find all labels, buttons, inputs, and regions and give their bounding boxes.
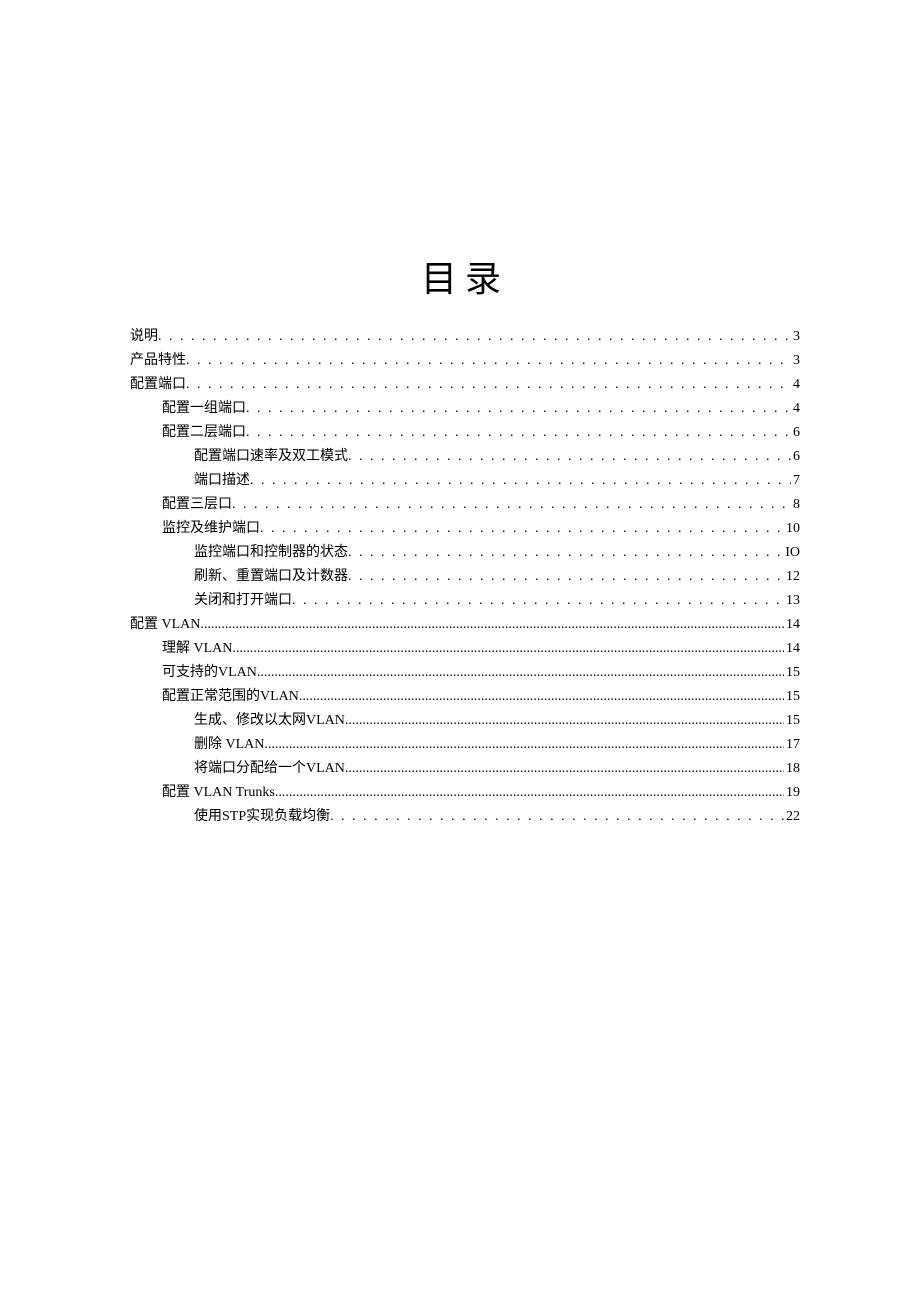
toc-entry-page: 18: [784, 762, 800, 776]
toc-leader-dots: [250, 474, 791, 488]
toc-list: 说明 3 产品特性 3 配置端口 4 配置一组端口 4 配置二层端口 6 配置端口速率及双工模式 6 端…: [130, 330, 800, 824]
toc-leader-dots: [260, 522, 784, 536]
toc-entry-label: 配置端口: [130, 378, 186, 392]
toc-entry-label: 监控端口和控制器的状态: [194, 546, 348, 560]
toc-entry: 配置正常范围的VLAN 15: [130, 690, 800, 704]
toc-entry-page: 3: [791, 354, 800, 368]
toc-entry: 使用STP实现负载均衡 22: [130, 810, 800, 824]
toc-entry: 产品特性 3: [130, 354, 800, 368]
toc-entry-page: 22: [784, 810, 800, 824]
toc-entry-label: 说明: [130, 330, 158, 344]
toc-leader-dots: [257, 666, 784, 680]
toc-entry-page: 3: [791, 330, 800, 344]
toc-entry: 理解 VLAN 14: [130, 642, 800, 656]
toc-entry: 生成、修改以太网VLAN 15: [130, 714, 800, 728]
toc-leader-dots: [345, 714, 784, 728]
toc-entry-page: 15: [784, 666, 800, 680]
toc-entry-label: 可支持的VLAN: [162, 666, 257, 680]
toc-entry: 说明 3: [130, 330, 800, 344]
toc-entry-page: 15: [784, 690, 800, 704]
toc-leader-dots: [292, 594, 784, 608]
toc-entry-page: 10: [784, 522, 800, 536]
toc-leader-dots: [246, 426, 791, 440]
toc-leader-dots: [275, 786, 784, 800]
toc-entry: 配置二层端口 6: [130, 426, 800, 440]
toc-entry: 配置三层口 8: [130, 498, 800, 512]
toc-entry-page: 6: [791, 426, 800, 440]
toc-entry-label: 将端口分配给一个VLAN: [194, 762, 345, 776]
toc-entry-label: 刷新、重置端口及计数器: [194, 570, 348, 584]
toc-entry: 将端口分配给一个VLAN 18: [130, 762, 800, 776]
toc-leader-dots: [348, 546, 783, 560]
toc-entry: 配置 VLAN Trunks 19: [130, 786, 800, 800]
toc-entry-label: 删除 VLAN: [194, 738, 264, 752]
toc-entry-label: 配置正常范围的VLAN: [162, 690, 299, 704]
toc-leader-dots: [158, 330, 791, 344]
toc-entry-page: 4: [791, 378, 800, 392]
toc-entry-label: 关闭和打开端口: [194, 594, 292, 608]
toc-leader-dots: [299, 690, 784, 704]
toc-leader-dots: [330, 810, 784, 824]
toc-leader-dots: [232, 498, 791, 512]
toc-entry-label: 使用STP实现负载均衡: [194, 810, 330, 824]
toc-entry-label: 端口描述: [194, 474, 250, 488]
page-container: 目录 说明3产品特性3配置端口4配置一组端口4配置二层端口6配置端口速率及双工模…: [0, 0, 920, 824]
toc-entry-page: 7: [791, 474, 800, 488]
toc-leader-dots: [348, 570, 784, 584]
toc-entry: 端口描述 7: [130, 474, 800, 488]
toc-entry-page: 6: [791, 450, 800, 464]
toc-entry: 删除 VLAN 17: [130, 738, 800, 752]
toc-entry-label: 配置 VLAN Trunks: [162, 786, 275, 800]
toc-title: 目录: [130, 250, 800, 302]
toc-entry: 监控及维护端口 10: [130, 522, 800, 536]
toc-entry: 配置一组端口 4: [130, 402, 800, 416]
toc-entry-page: 4: [791, 402, 800, 416]
toc-entry-label: 生成、修改以太网VLAN: [194, 714, 345, 728]
toc-entry-page: IO: [783, 546, 800, 560]
toc-entry: 可支持的VLAN 15: [130, 666, 800, 680]
toc-entry-label: 配置端口速率及双工模式: [194, 450, 348, 464]
toc-leader-dots: [345, 762, 784, 776]
toc-entry-label: 配置二层端口: [162, 426, 246, 440]
toc-entry-page: 12: [784, 570, 800, 584]
toc-leader-dots: [246, 402, 791, 416]
toc-leader-dots: [186, 378, 791, 392]
toc-entry-label: 配置一组端口: [162, 402, 246, 416]
toc-entry-label: 配置 VLAN: [130, 618, 200, 632]
toc-leader-dots: [348, 450, 791, 464]
toc-entry-page: 19: [784, 786, 800, 800]
toc-entry-label: 配置三层口: [162, 498, 232, 512]
toc-entry-label: 监控及维护端口: [162, 522, 260, 536]
toc-entry-page: 13: [784, 594, 800, 608]
toc-entry: 配置端口 4: [130, 378, 800, 392]
toc-entry-label: 理解 VLAN: [162, 642, 232, 656]
toc-entry-page: 17: [784, 738, 800, 752]
toc-entry: 配置 VLAN 14: [130, 618, 800, 632]
toc-entry-page: 14: [784, 618, 800, 632]
toc-leader-dots: [232, 642, 784, 656]
toc-entry: 配置端口速率及双工模式 6: [130, 450, 800, 464]
toc-entry-page: 8: [791, 498, 800, 512]
toc-entry-label: 产品特性: [130, 354, 186, 368]
toc-leader-dots: [264, 738, 784, 752]
toc-entry: 监控端口和控制器的状态 IO: [130, 546, 800, 560]
toc-leader-dots: [186, 354, 791, 368]
toc-entry: 刷新、重置端口及计数器 12: [130, 570, 800, 584]
toc-entry: 关闭和打开端口 13: [130, 594, 800, 608]
toc-leader-dots: [200, 618, 784, 632]
toc-entry-page: 14: [784, 642, 800, 656]
toc-entry-page: 15: [784, 714, 800, 728]
